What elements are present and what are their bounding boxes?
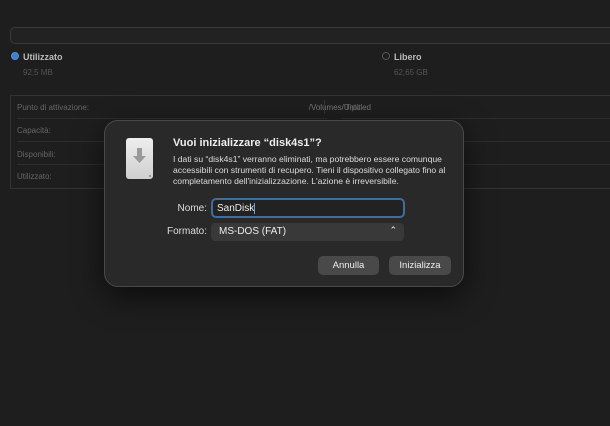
used-legend-dot bbox=[11, 52, 19, 60]
initialize-dialog: Vuoi inizializzare “disk4s1”? I dati su … bbox=[104, 120, 464, 287]
format-select-value: MS-DOS (FAT) bbox=[219, 226, 287, 237]
info-label: Utilizzato: bbox=[17, 172, 52, 181]
info-label: Capacità: bbox=[17, 126, 51, 135]
free-label: Libero bbox=[394, 52, 422, 62]
format-select[interactable]: MS-DOS (FAT) ⌃ bbox=[211, 223, 404, 241]
dialog-title: Vuoi inizializzare “disk4s1”? bbox=[173, 137, 322, 149]
name-label: Nome: bbox=[177, 203, 207, 214]
free-legend-dot bbox=[382, 52, 390, 60]
format-label: Formato: bbox=[166, 226, 207, 237]
chevron-up-down-icon: ⌃ bbox=[389, 225, 397, 235]
usage-bar bbox=[10, 27, 610, 44]
dialog-message: I dati su “disk4s1” verranno eliminati, … bbox=[173, 154, 446, 186]
free-value: 62,65 GB bbox=[394, 68, 428, 77]
info-label: Disponibili: bbox=[17, 150, 56, 159]
used-value: 92,5 MB bbox=[23, 68, 53, 77]
cancel-button[interactable]: Annulla bbox=[318, 256, 379, 275]
name-input[interactable]: SanDisk bbox=[211, 198, 405, 218]
initialize-button[interactable]: Inizializza bbox=[389, 256, 451, 275]
info-label-type: Tipo: bbox=[345, 103, 363, 112]
name-input-value[interactable]: SanDisk bbox=[217, 203, 254, 214]
info-label: Punto di attivazione: bbox=[17, 103, 90, 112]
used-label: Utilizzato bbox=[23, 52, 63, 62]
external-disk-download-icon bbox=[126, 138, 153, 179]
